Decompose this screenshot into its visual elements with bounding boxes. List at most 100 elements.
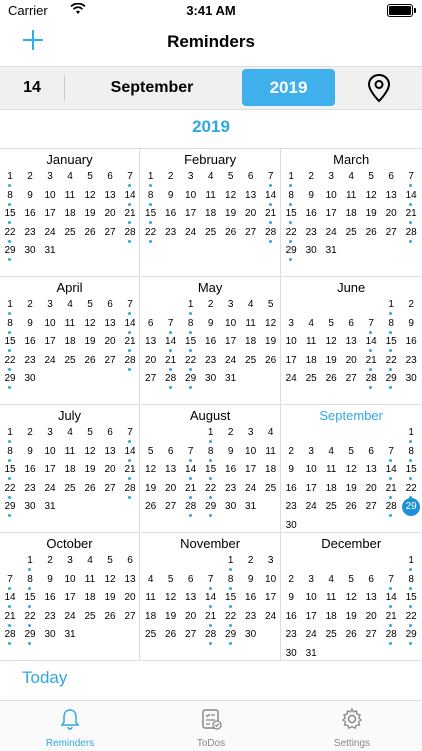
calendar-day[interactable]: 4 — [80, 552, 100, 570]
calendar-day[interactable]: 3 — [261, 552, 281, 570]
calendar-day[interactable]: 23 — [20, 480, 40, 498]
calendar-day[interactable]: 21 — [120, 205, 140, 224]
calendar-day[interactable]: 17 — [40, 205, 60, 223]
calendar-day[interactable]: 4 — [301, 315, 321, 333]
calendar-day[interactable]: 16 — [40, 589, 60, 607]
calendar-day[interactable]: 3 — [281, 315, 301, 333]
calendar-day[interactable]: 18 — [60, 205, 80, 223]
calendar-day[interactable]: 1 — [0, 424, 20, 443]
calendar-day[interactable]: 31 — [221, 370, 241, 388]
calendar-day[interactable]: 18 — [60, 461, 80, 479]
calendar-day[interactable]: 15 — [181, 333, 201, 352]
month-march[interactable]: March 1 2 3 4 5 6 7 8 9 10 11 12 13 14 15 16 17 18 19 20 21 22… — [281, 149, 422, 277]
calendar-day[interactable]: 15 — [0, 205, 20, 224]
calendar-day[interactable]: 5 — [341, 571, 361, 589]
calendar-day[interactable]: 29 — [181, 370, 201, 389]
calendar-day[interactable]: 27 — [361, 626, 381, 644]
calendar-day[interactable]: 26 — [341, 498, 361, 516]
calendar-day[interactable]: 29 — [0, 370, 20, 389]
calendar-day[interactable]: 31 — [40, 498, 60, 516]
calendar-day[interactable]: 2 — [20, 424, 40, 442]
calendar-day[interactable]: 15 — [141, 205, 161, 224]
calendar-day[interactable]: 11 — [60, 443, 80, 461]
calendar-day[interactable]: 31 — [301, 645, 321, 663]
calendar-day[interactable]: 8 — [20, 571, 40, 590]
calendar-day[interactable]: 1 — [141, 168, 161, 187]
calendar-day[interactable]: 3 — [40, 424, 60, 442]
calendar-day[interactable]: 11 — [201, 187, 221, 205]
calendar-day[interactable]: 6 — [100, 168, 120, 186]
calendar-day[interactable]: 10 — [301, 589, 321, 607]
calendar-day[interactable]: 19 — [321, 352, 341, 370]
calendar-day[interactable]: 10 — [221, 315, 241, 333]
calendar-day[interactable]: 3 — [301, 571, 321, 589]
calendar-day[interactable]: 12 — [80, 315, 100, 333]
calendar-day[interactable]: 6 — [341, 315, 361, 333]
calendar-day[interactable]: 12 — [161, 589, 181, 607]
calendar-day[interactable]: 5 — [80, 424, 100, 442]
calendar-day[interactable]: 18 — [60, 333, 80, 351]
calendar-day[interactable]: 30 — [241, 626, 261, 644]
calendar-day[interactable]: 15 — [0, 333, 20, 352]
calendar-day[interactable]: 17 — [60, 589, 80, 607]
calendar-day[interactable]: 7 — [120, 424, 140, 443]
calendar-day[interactable]: 11 — [321, 461, 341, 479]
calendar-day[interactable]: 25 — [201, 224, 221, 242]
calendar-day[interactable]: 27 — [341, 370, 361, 388]
calendar-day[interactable]: 28 — [401, 224, 421, 243]
calendar-day[interactable]: 18 — [341, 205, 361, 223]
calendar-day[interactable]: 8 — [0, 315, 20, 334]
calendar-day[interactable]: 16 — [20, 205, 40, 223]
calendar-day[interactable]: 15 — [221, 589, 241, 608]
calendar-day[interactable]: 31 — [321, 242, 341, 260]
calendar-day[interactable]: 22 — [201, 480, 221, 499]
calendar-day[interactable]: 2 — [161, 168, 181, 186]
calendar-day[interactable]: 7 — [120, 296, 140, 315]
calendar-day[interactable]: 20 — [181, 608, 201, 626]
calendar-day[interactable]: 16 — [221, 461, 241, 479]
calendar-day[interactable]: 17 — [221, 333, 241, 351]
calendar-day[interactable]: 25 — [341, 224, 361, 242]
calendar-day[interactable]: 3 — [40, 296, 60, 314]
month-november[interactable]: November 1 2 3 4 5 6 7 8 9 10 11 12 13 14 15 16 17 18 19 20 2… — [140, 533, 281, 661]
calendar-day[interactable]: 3 — [181, 168, 201, 186]
calendar-day[interactable]: 19 — [361, 205, 381, 223]
calendar-day[interactable]: 26 — [161, 626, 181, 644]
calendar-day[interactable]: 7 — [181, 443, 201, 462]
calendar-day[interactable]: 28 — [161, 370, 181, 389]
calendar-day[interactable]: 9 — [281, 461, 301, 479]
calendar-day[interactable]: 10 — [40, 315, 60, 333]
calendar-day[interactable]: 8 — [181, 315, 201, 334]
calendar-day[interactable]: 25 — [241, 352, 261, 370]
calendar-day[interactable]: 20 — [120, 589, 140, 607]
calendar-day[interactable]: 22 — [0, 352, 20, 371]
calendar-day[interactable]: 14 — [381, 589, 401, 608]
calendar-day[interactable]: 28 — [381, 498, 401, 517]
calendar-day[interactable]: 15 — [401, 461, 421, 480]
calendar-day[interactable]: 5 — [100, 552, 120, 570]
calendar-day[interactable]: 11 — [60, 315, 80, 333]
calendar-day[interactable]: 9 — [221, 443, 241, 461]
calendar-day[interactable]: 17 — [241, 461, 261, 479]
calendar-day[interactable]: 22 — [381, 352, 401, 371]
calendar-day[interactable]: 6 — [120, 552, 140, 570]
calendar-day[interactable]: 26 — [80, 352, 100, 370]
calendar-day[interactable]: 6 — [181, 571, 201, 589]
month-january[interactable]: January 1 2 3 4 5 6 7 8 9 10 11 12 13 14 15 16 17 18 19 20 21… — [0, 149, 140, 277]
calendar-day[interactable]: 19 — [161, 608, 181, 626]
calendar-day[interactable]: 8 — [381, 315, 401, 334]
calendar-day[interactable]: 23 — [241, 608, 261, 626]
calendar-day[interactable]: 24 — [321, 224, 341, 242]
calendar-day[interactable]: 30 — [301, 242, 321, 260]
calendar-day[interactable]: 31 — [60, 626, 80, 644]
calendar-day[interactable]: 13 — [181, 589, 201, 607]
calendar-day[interactable]: 11 — [241, 315, 261, 333]
calendar-day[interactable]: 27 — [100, 224, 120, 242]
calendar-day[interactable]: 27 — [161, 498, 181, 516]
calendar-day[interactable]: 12 — [341, 461, 361, 479]
calendar-day[interactable]: 2 — [281, 443, 301, 461]
calendar-day[interactable]: 21 — [381, 480, 401, 499]
calendar-day[interactable]: 21 — [201, 608, 221, 627]
calendar-day[interactable]: 7 — [120, 168, 140, 187]
calendar-day[interactable]: 21 — [161, 352, 181, 371]
